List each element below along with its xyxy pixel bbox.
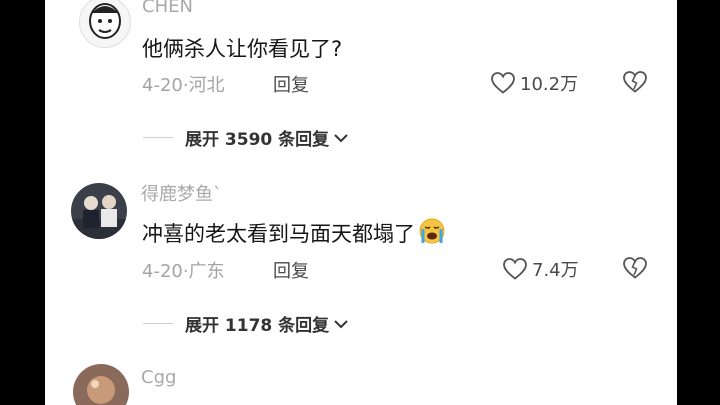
username[interactable]: 得鹿梦鱼`	[141, 180, 222, 206]
username[interactable]: Cgg	[141, 367, 176, 388]
reply-button[interactable]: 回复	[273, 257, 309, 283]
heart-icon	[491, 72, 515, 94]
photo-avatar-icon	[73, 364, 129, 405]
chevron-down-icon	[334, 319, 348, 328]
expand-replies-label: 展开 1178 条回复	[185, 316, 330, 336]
comment-text: 他俩杀人让你看见了?	[142, 37, 343, 61]
comment-section: CHEN 他俩杀人让你看见了? 4-20·河北 回复 10.2万 展开 3590…	[45, 0, 677, 405]
comment-meta: 4-20·河北	[142, 71, 225, 97]
comment-date: 4-20	[142, 75, 183, 96]
broken-heart-icon	[623, 71, 647, 93]
broken-heart-icon	[623, 257, 647, 279]
crying-face-icon	[417, 217, 447, 250]
avatar[interactable]	[79, 0, 131, 48]
reply-button[interactable]: 回复	[273, 71, 309, 97]
comment-location: 河北	[188, 75, 225, 96]
like-count: 10.2万	[520, 74, 579, 95]
avatar[interactable]	[71, 183, 127, 239]
comment-text: 冲喜的老太看到马面天都塌了	[142, 217, 447, 250]
heart-icon	[503, 258, 527, 280]
expand-replies-label: 展开 3590 条回复	[185, 130, 330, 150]
comment-location: 广东	[188, 261, 225, 282]
comment-text-body: 冲喜的老太看到马面天都塌了	[142, 222, 415, 246]
photo-avatar-icon	[71, 183, 127, 239]
cartoon-avatar-icon	[80, 0, 130, 47]
like-button[interactable]: 10.2万	[490, 70, 578, 96]
avatar[interactable]	[73, 364, 129, 405]
dislike-button[interactable]	[622, 70, 648, 94]
like-count: 7.4万	[532, 260, 579, 281]
divider-line	[143, 323, 173, 324]
comment-date: 4-20	[142, 261, 183, 282]
comment-meta: 4-20·广东	[142, 257, 225, 283]
expand-replies-button[interactable]: 展开 1178 条回复	[143, 311, 349, 336]
chevron-down-icon	[334, 133, 348, 142]
like-button[interactable]: 7.4万	[502, 256, 579, 282]
expand-replies-button[interactable]: 展开 3590 条回复	[143, 125, 349, 150]
username[interactable]: CHEN	[142, 0, 193, 17]
dislike-button[interactable]	[622, 256, 648, 280]
divider-line	[143, 137, 173, 138]
